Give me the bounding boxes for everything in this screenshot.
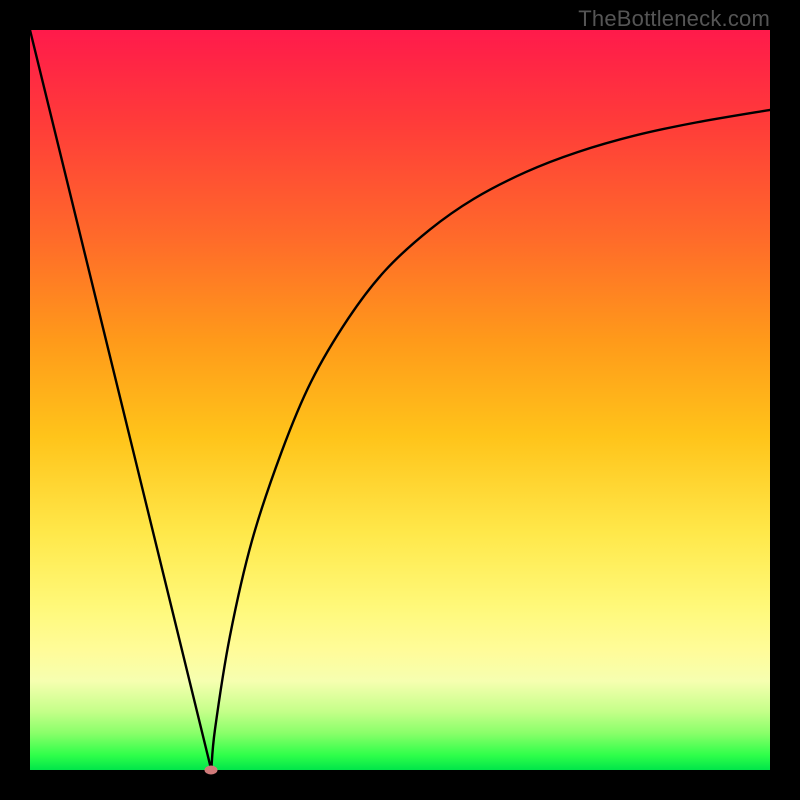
watermark-text: TheBottleneck.com: [578, 6, 770, 32]
outer-frame: TheBottleneck.com: [0, 0, 800, 800]
curve-path: [30, 30, 770, 770]
bottleneck-curve: [30, 30, 770, 770]
min-point-marker: [205, 766, 218, 775]
